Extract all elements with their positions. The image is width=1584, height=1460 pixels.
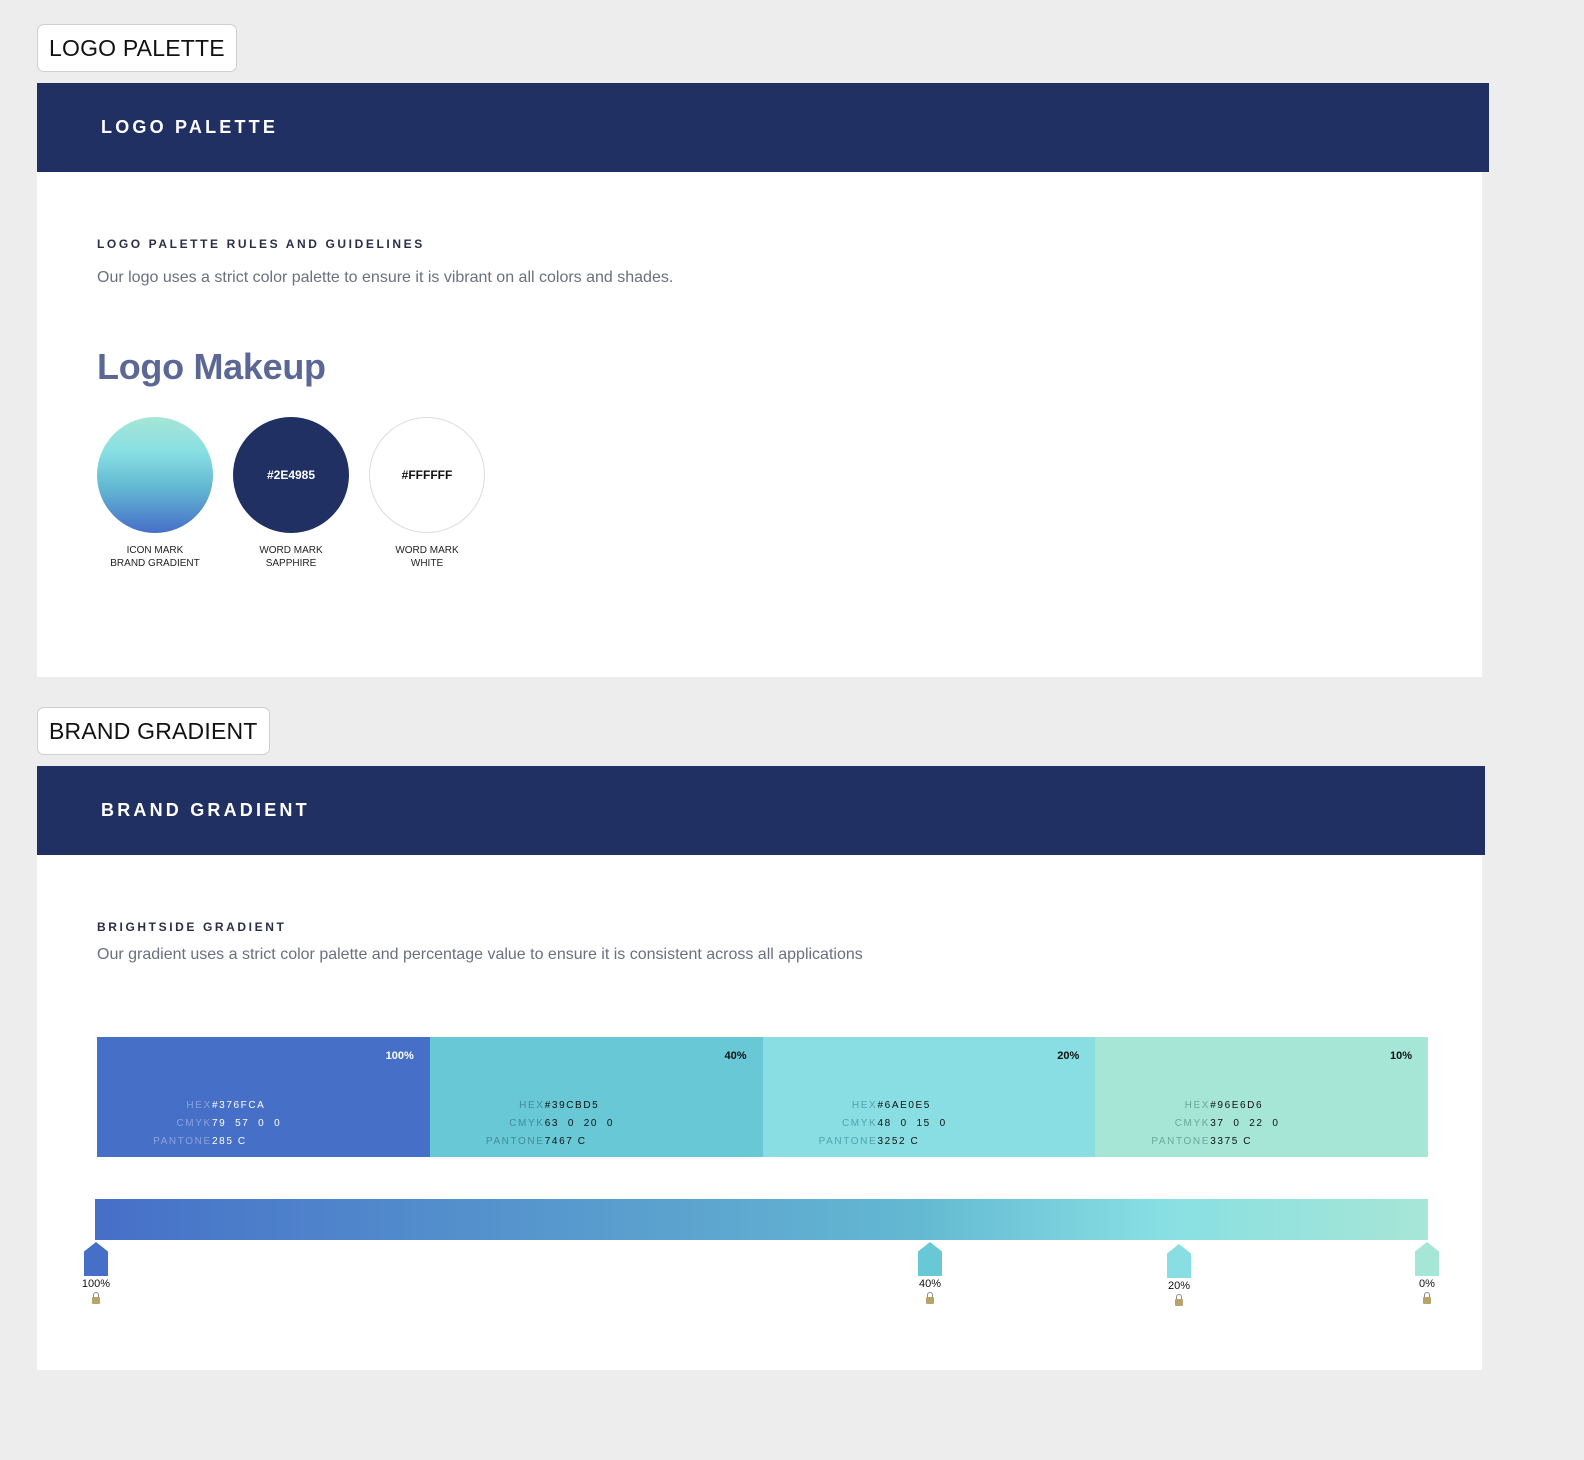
spec-value: #376FCA — [212, 1100, 266, 1111]
lock-icon — [1175, 1294, 1183, 1306]
spec-value: 285 C — [212, 1136, 247, 1147]
gradient-stop-block: 40% HEX #39CBD5 CMYK 63 0 20 0 PANTONE 7… — [429, 1037, 763, 1157]
marker-label: 40% — [918, 1278, 942, 1290]
marker-handle[interactable] — [1415, 1242, 1439, 1276]
frame-label-logo-palette[interactable]: LOGO PALETTE — [37, 24, 237, 72]
marker-label: 20% — [1167, 1280, 1191, 1292]
spec-value: #96E6D6 — [1210, 1100, 1264, 1111]
brand-gradient-header: BRAND GRADIENT — [37, 766, 1485, 855]
spec-value: 3252 C — [877, 1136, 920, 1147]
spec-key: PANTONE — [485, 1136, 545, 1147]
gradient-marker[interactable]: 100% — [76, 1242, 116, 1309]
spec-key: CMYK — [509, 1118, 545, 1129]
spec-value: 79 57 0 0 — [212, 1118, 282, 1129]
frame-label-brand-gradient[interactable]: BRAND GRADIENT — [37, 707, 270, 755]
lock-icon — [92, 1292, 100, 1304]
swatch-caption: ICON MARK BRAND GRADIENT — [97, 544, 213, 570]
swatch-word-mark-white: #FFFFFF WORD MARK WHITE — [369, 417, 485, 570]
gradient-stops-row: 100% HEX #376FCA CMYK 79 57 0 0 PANTONE … — [97, 1037, 1428, 1157]
spec-value: 7467 C — [544, 1136, 587, 1147]
spec-key: PANTONE — [153, 1136, 212, 1147]
lock-icon — [1423, 1292, 1431, 1304]
logo-palette-panel: LOGO PALETTE RULES AND GUIDELINES Our lo… — [37, 172, 1482, 677]
gradient-stop-block: 10% HEX #96E6D6 CMYK 37 0 22 0 PANTONE 3… — [1095, 1037, 1428, 1157]
brand-gradient-eyebrow: BRIGHTSIDE GRADIENT — [97, 920, 287, 934]
spec-key: PANTONE — [1151, 1136, 1210, 1147]
stop-percent: 100% — [385, 1050, 414, 1062]
gradient-marker[interactable]: 20% — [1159, 1244, 1199, 1311]
spec-key: HEX — [851, 1100, 878, 1111]
logo-makeup-title: Logo Makeup — [97, 346, 326, 387]
swatch-word-mark-sapphire: #2E4985 WORD MARK SAPPHIRE — [233, 417, 349, 570]
spec-value: 3375 C — [1210, 1136, 1253, 1147]
spec-value: 63 0 20 0 — [544, 1118, 614, 1129]
spec-value: #39CBD5 — [544, 1100, 600, 1111]
lock-icon — [926, 1292, 934, 1304]
swatch-caption-line1: WORD MARK — [395, 545, 459, 556]
swatch-icon-mark: ICON MARK BRAND GRADIENT — [97, 417, 213, 570]
gradient-marker[interactable]: 0% — [1407, 1242, 1447, 1309]
swatch-circle-brand-gradient — [97, 417, 213, 533]
brand-gradient-header-title: BRAND GRADIENT — [101, 800, 310, 820]
stop-percent: 40% — [724, 1050, 747, 1062]
swatch-caption: WORD MARK SAPPHIRE — [233, 544, 349, 570]
spec-key: PANTONE — [818, 1136, 878, 1147]
spec-value: #6AE0E5 — [877, 1100, 931, 1111]
swatch-caption-line2: BRAND GRADIENT — [110, 558, 200, 569]
spec-key: CMYK — [1174, 1118, 1210, 1129]
logo-palette-header-title: LOGO PALETTE — [101, 117, 279, 137]
swatch-caption-line1: ICON MARK — [126, 545, 184, 556]
swatch-caption-line2: SAPPHIRE — [265, 558, 317, 569]
spec-value: 37 0 22 0 — [1210, 1118, 1280, 1129]
spec-key: CMYK — [176, 1118, 212, 1129]
swatch-hex: #2E4985 — [266, 468, 316, 482]
stop-percent: 10% — [1389, 1050, 1412, 1062]
gradient-bar — [95, 1199, 1428, 1240]
logo-palette-description: Our logo uses a strict color palette to … — [97, 269, 674, 286]
swatch-hex: #FFFFFF — [401, 468, 453, 482]
spec-value: 48 0 15 0 — [877, 1118, 947, 1129]
spec-key: HEX — [519, 1100, 545, 1111]
gradient-stop-block: 20% HEX #6AE0E5 CMYK 48 0 15 0 PANTONE 3… — [762, 1037, 1096, 1157]
spec-key: HEX — [186, 1100, 212, 1111]
brand-gradient-description: Our gradient uses a strict color palette… — [97, 946, 863, 963]
gradient-marker[interactable]: 40% — [910, 1242, 950, 1309]
swatch-circle-sapphire: #2E4985 — [233, 417, 349, 533]
marker-label: 100% — [81, 1278, 111, 1290]
swatch-caption-line2: WHITE — [410, 558, 444, 569]
marker-label: 0% — [1419, 1278, 1435, 1290]
marker-handle[interactable] — [84, 1242, 108, 1276]
swatch-caption: WORD MARK WHITE — [369, 544, 485, 570]
brand-gradient-panel: BRIGHTSIDE GRADIENT Our gradient uses a … — [37, 855, 1482, 1370]
spec-key: CMYK — [841, 1118, 878, 1129]
marker-handle[interactable] — [918, 1242, 942, 1276]
gradient-stop-block: 100% HEX #376FCA CMYK 79 57 0 0 PANTONE … — [97, 1037, 430, 1157]
logo-palette-header: LOGO PALETTE — [37, 83, 1489, 172]
swatch-circle-white: #FFFFFF — [369, 417, 485, 533]
marker-handle[interactable] — [1167, 1244, 1191, 1278]
swatch-caption-line1: WORD MARK — [259, 545, 323, 556]
spec-key: HEX — [1184, 1100, 1210, 1111]
logo-palette-eyebrow: LOGO PALETTE RULES AND GUIDELINES — [97, 237, 425, 251]
stop-percent: 20% — [1057, 1050, 1080, 1062]
